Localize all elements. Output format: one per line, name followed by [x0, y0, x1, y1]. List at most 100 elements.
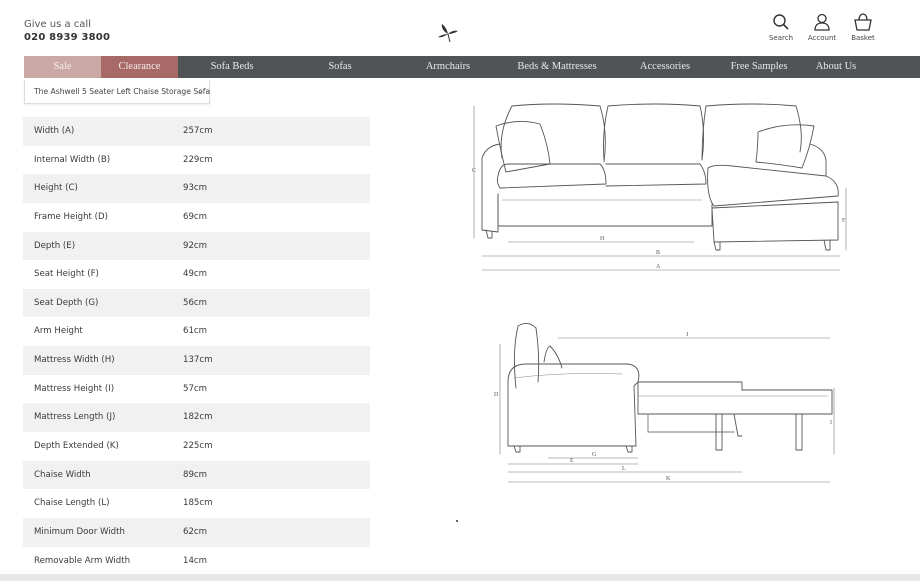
spec-row: Frame Height (D) 69cm	[23, 203, 370, 232]
spec-row: Chaise Length (L) 185cm	[23, 489, 370, 518]
account-button[interactable]: Account	[802, 13, 842, 42]
nav-armchairs[interactable]: Armchairs	[410, 56, 486, 78]
dim-label-d: D	[494, 392, 499, 398]
dim-label-g: G	[592, 452, 597, 458]
base-frame	[497, 193, 713, 227]
spec-value: 89cm	[183, 469, 208, 480]
spec-row: Seat Height (F) 49cm	[23, 260, 370, 289]
spec-label: Mattress Width (H)	[34, 355, 115, 366]
chaise-base	[711, 201, 839, 243]
spec-label: Mattress Length (J)	[34, 412, 116, 423]
dim-label-h: H	[600, 236, 605, 242]
sofa-bed-frame	[637, 381, 833, 415]
spec-value: 225cm	[183, 441, 213, 452]
account-label: Account	[807, 34, 837, 42]
spec-value: 69cm	[183, 211, 208, 222]
spec-row: Depth Extended (K) 225cm	[23, 432, 370, 461]
spec-value: 56cm	[183, 297, 208, 308]
nav-sale[interactable]: Sale	[24, 56, 101, 78]
side-foot-1	[513, 445, 521, 453]
spec-value: 61cm	[183, 326, 208, 337]
spec-label: Frame Height (D)	[34, 211, 108, 222]
dim-label-l: L	[622, 466, 626, 472]
spec-value: 137cm	[183, 355, 213, 366]
dim-label-c: C	[472, 168, 476, 174]
spec-label: Internal Width (B)	[34, 154, 111, 165]
chaise-cushion	[707, 164, 839, 207]
spec-value: 57cm	[183, 383, 208, 394]
dimensions-table: Width (A) 257cm Internal Width (B) 229cm Hei…	[23, 117, 370, 575]
spec-row: Mattress Height (I) 57cm	[23, 375, 370, 404]
nav-sofas[interactable]: Sofas	[307, 56, 373, 78]
spec-value: 93cm	[183, 183, 208, 194]
basket-icon	[854, 13, 872, 31]
main-nav: Sale Clearance Sofa Beds Sofas Armchairs…	[24, 56, 920, 78]
spec-row: Depth (E) 92cm	[23, 231, 370, 261]
foot-3	[823, 239, 831, 251]
nav-accessories[interactable]: Accessories	[629, 56, 701, 78]
basket-label: Basket	[851, 34, 875, 42]
call-label: Give us a call	[24, 19, 91, 30]
arm-left	[481, 143, 501, 233]
spec-value: 229cm	[183, 154, 213, 165]
account-icon	[814, 13, 830, 31]
spec-label: Seat Height (F)	[34, 269, 99, 280]
nav-sofa-beds[interactable]: Sofa Beds	[194, 56, 270, 78]
search-button[interactable]: Search	[761, 13, 801, 42]
search-icon	[773, 14, 789, 30]
spec-row: Height (C) 93cm	[23, 174, 370, 203]
spec-row: Minimum Door Width 62cm	[23, 517, 370, 547]
search-label: Search	[768, 34, 794, 42]
spec-value: 14cm	[183, 555, 208, 566]
seat-cushion-left	[496, 163, 607, 189]
spec-value: 49cm	[183, 269, 208, 280]
spec-row: Seat Depth (G) 56cm	[23, 288, 370, 318]
side-back-cushion	[513, 323, 540, 389]
spec-value: 92cm	[183, 240, 208, 251]
dim-label-b: B	[656, 250, 660, 256]
spec-label: Chaise Width	[34, 469, 91, 480]
phone-number-link[interactable]: 020 8939 3800	[24, 32, 110, 43]
back-cushion-left	[500, 103, 606, 163]
spec-label: Width (A)	[34, 126, 75, 136]
spec-row: Internal Width (B) 229cm	[23, 146, 370, 175]
side-foot-2	[625, 445, 633, 453]
product-select[interactable]: The Ashwell 5 Seater Left Chaise Storage…	[24, 80, 210, 104]
bed-leg-2	[795, 413, 803, 451]
sofa-dimension-diagram: C H B A F J D G E L K I	[472, 103, 847, 483]
spec-label: Mattress Height (I)	[34, 383, 115, 394]
bed-leg-3	[733, 413, 743, 437]
scatter-cushion-right	[755, 124, 815, 169]
nav-beds-mattresses[interactable]: Beds & Mattresses	[511, 56, 603, 78]
product-select-value: The Ashwell 5 Seater Left Chaise Storage…	[34, 87, 211, 96]
spec-row: Mattress Length (J) 182cm	[23, 403, 370, 433]
back-cushion-right	[701, 103, 802, 161]
spec-row: Mattress Width (H) 137cm	[23, 346, 370, 375]
dim-label-i: I	[830, 420, 832, 426]
nav-clearance[interactable]: Clearance	[101, 56, 178, 78]
dim-label-f: F	[842, 218, 846, 224]
basket-button[interactable]: Basket	[843, 13, 883, 42]
spec-value: 185cm	[183, 498, 213, 509]
spec-label: Height (C)	[34, 183, 78, 194]
site-header: Give us a call 020 8939 3800 Search Acco…	[0, 0, 920, 56]
page-bottom-edge	[0, 574, 920, 581]
spec-row: Removable Arm Width 14cm	[23, 547, 370, 576]
spec-row: Arm Height 61cm	[23, 317, 370, 346]
spec-label: Removable Arm Width	[34, 555, 131, 566]
foot-2	[713, 241, 721, 251]
spec-value: 62cm	[183, 526, 208, 537]
nav-about-us[interactable]: About Us	[806, 56, 866, 78]
nav-free-samples[interactable]: Free Samples	[724, 56, 794, 78]
spec-value: 182cm	[183, 412, 213, 423]
spec-row: Width (A) 257cm	[23, 117, 370, 146]
dim-label-a: A	[656, 264, 661, 270]
spec-label: Depth Extended (K)	[34, 441, 119, 452]
stray-dot	[456, 520, 458, 522]
spec-label: Depth (E)	[34, 240, 76, 251]
back-cushion-middle	[603, 103, 705, 161]
spec-label: Seat Depth (G)	[34, 297, 99, 308]
spec-value: 257cm	[183, 126, 213, 136]
brand-logo[interactable]	[436, 22, 460, 44]
dim-label-j: J	[686, 332, 689, 338]
